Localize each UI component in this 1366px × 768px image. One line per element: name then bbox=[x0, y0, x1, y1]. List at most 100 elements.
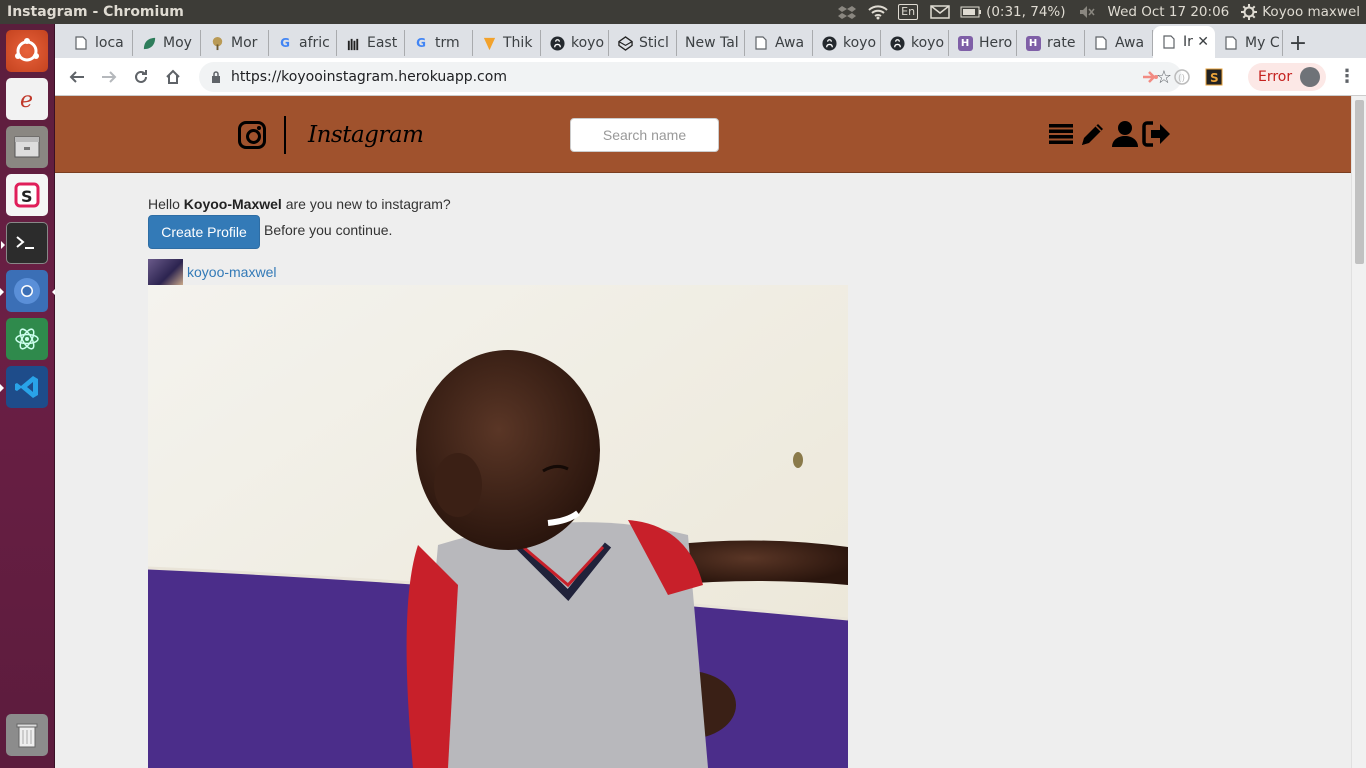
pencil-icon[interactable] bbox=[1078, 119, 1108, 149]
post-author-avatar[interactable] bbox=[148, 259, 183, 285]
web-page: Instagram Hello Koyoo-Maxwel are you new… bbox=[55, 96, 1351, 768]
post-header: koyoo-maxwel bbox=[148, 259, 276, 285]
extension-s-icon[interactable]: S bbox=[1204, 67, 1224, 87]
brand-divider bbox=[284, 116, 286, 154]
user-icon[interactable] bbox=[1110, 119, 1140, 149]
battery-text: (0:31, 74%) bbox=[986, 4, 1066, 20]
extension-red-icon[interactable] bbox=[1140, 67, 1160, 87]
browser-tab[interactable]: koyo bbox=[881, 30, 949, 56]
browser-tab[interactable]: Hrate bbox=[1017, 30, 1085, 56]
search-input[interactable] bbox=[570, 118, 719, 152]
extension-circle-icon[interactable]: () bbox=[1172, 67, 1192, 87]
system-top-bar: Instagram - Chromium En (0:31, 74%) Wed … bbox=[0, 0, 1366, 24]
lock-icon bbox=[212, 71, 220, 83]
vscode-icon[interactable] bbox=[0, 366, 48, 408]
tab-label: trm bbox=[435, 35, 460, 51]
browser-tab[interactable]: Moy bbox=[133, 30, 201, 56]
mail-icon[interactable] bbox=[930, 4, 950, 20]
back-button[interactable] bbox=[61, 61, 93, 93]
github-icon bbox=[549, 35, 565, 51]
tab-label: Hero bbox=[979, 35, 1013, 51]
home-button[interactable] bbox=[157, 61, 189, 93]
chromium-icon[interactable] bbox=[0, 270, 56, 312]
tab-label: loca bbox=[95, 35, 124, 51]
dropbox-icon[interactable] bbox=[838, 4, 857, 20]
keyboard-layout-indicator[interactable]: En bbox=[898, 4, 919, 20]
google-icon: G bbox=[280, 36, 290, 50]
tab-label: koyo bbox=[571, 35, 605, 51]
wifi-icon[interactable] bbox=[868, 4, 888, 20]
close-tab-icon[interactable]: ✕ bbox=[1197, 34, 1209, 50]
browser-tab[interactable]: East bbox=[337, 30, 405, 56]
navbar-icons bbox=[1046, 119, 1172, 149]
slack-icon[interactable]: S bbox=[6, 174, 48, 216]
github-icon bbox=[889, 35, 905, 51]
tab-label: New Tal bbox=[685, 35, 739, 51]
page-scrollbar[interactable] bbox=[1351, 96, 1366, 768]
tab-label: Ir bbox=[1183, 34, 1193, 50]
doc-icon bbox=[1223, 35, 1239, 51]
brand-name: Instagram bbox=[308, 122, 424, 148]
volume-muted-icon[interactable] bbox=[1078, 4, 1096, 20]
scrollbar-thumb[interactable] bbox=[1355, 100, 1364, 264]
browser-menu-icon[interactable]: ⋮ bbox=[1338, 66, 1356, 87]
files-icon[interactable] bbox=[6, 126, 48, 168]
doc-icon bbox=[73, 35, 89, 51]
logout-icon[interactable] bbox=[1142, 119, 1172, 149]
forward-button[interactable] bbox=[93, 61, 125, 93]
address-bar[interactable]: https://koyooinstagram.herokuapp.com ☆ bbox=[199, 62, 1182, 92]
browser-tab[interactable]: loca bbox=[65, 30, 133, 56]
tab-strip: loca Moy Mor Gafric East Gtrm Thik koyo Sticl New… bbox=[55, 24, 1366, 58]
browser-tab[interactable]: Gafric bbox=[269, 30, 337, 56]
browser-tab[interactable]: Sticl bbox=[609, 30, 677, 56]
terminal-icon[interactable] bbox=[1, 222, 48, 264]
gear-icon bbox=[1241, 4, 1258, 20]
new-tab-icon[interactable]: + bbox=[1283, 31, 1313, 56]
codepen-icon bbox=[617, 35, 633, 51]
create-profile-button[interactable]: Create Profile bbox=[148, 215, 260, 249]
browser-tab[interactable]: Ir ✕ bbox=[1153, 26, 1215, 58]
browser-tab[interactable]: My C bbox=[1215, 30, 1283, 56]
browser-tab[interactable]: H Hero bbox=[949, 30, 1017, 56]
session-menu[interactable]: Koyoo maxwel bbox=[1241, 4, 1360, 20]
reload-button[interactable] bbox=[125, 61, 157, 93]
greeting-username: Koyoo-Maxwel bbox=[183, 196, 282, 212]
profile-avatar bbox=[1300, 67, 1320, 87]
post-author-link[interactable]: koyoo-maxwel bbox=[187, 264, 276, 280]
browser-tab[interactable]: koyo bbox=[541, 30, 609, 56]
doc-icon bbox=[1093, 35, 1109, 51]
battery-indicator[interactable]: (0:31, 74%) bbox=[960, 4, 1066, 20]
browser-chrome: loca Moy Mor Gafric East Gtrm Thik koyo Sticl New… bbox=[55, 24, 1366, 96]
tab-label: afric bbox=[299, 35, 330, 51]
browser-tab[interactable]: koyo bbox=[813, 30, 881, 56]
browser-tab[interactable]: Mor bbox=[201, 30, 269, 56]
browser-toolbar: https://koyooinstagram.herokuapp.com ☆ (… bbox=[55, 58, 1366, 96]
tab-label: Moy bbox=[163, 35, 192, 51]
instagram-logo-icon bbox=[238, 121, 266, 149]
clock[interactable]: Wed Oct 17 20:06 bbox=[1108, 4, 1230, 20]
create-profile-hint: Before you continue. bbox=[264, 222, 393, 238]
text-editor-icon[interactable]: e bbox=[6, 78, 48, 120]
trash-icon[interactable] bbox=[6, 714, 48, 756]
url-text[interactable]: https://koyooinstagram.herokuapp.com bbox=[231, 69, 507, 85]
greeting-suffix: are you new to instagram? bbox=[281, 196, 451, 212]
google-icon: G bbox=[416, 36, 426, 50]
browser-tab[interactable]: New Tal bbox=[677, 30, 745, 56]
browser-tab[interactable]: Awa bbox=[1085, 30, 1153, 56]
people-icon bbox=[345, 35, 361, 51]
forward-arrow-icon bbox=[102, 70, 117, 83]
site-brand[interactable]: Instagram bbox=[238, 116, 424, 154]
ubuntu-dash-icon[interactable] bbox=[6, 30, 48, 72]
profile-error-chip[interactable]: Error bbox=[1248, 63, 1326, 91]
list-icon[interactable] bbox=[1046, 119, 1076, 149]
browser-tab[interactable]: Awa bbox=[745, 30, 813, 56]
home-icon bbox=[166, 69, 180, 84]
browser-tab[interactable]: Gtrm bbox=[405, 30, 473, 56]
tab-label: Thik bbox=[503, 35, 533, 51]
atom-icon[interactable] bbox=[6, 318, 48, 360]
browser-tab[interactable]: Thik bbox=[473, 30, 541, 56]
post-image[interactable] bbox=[148, 285, 848, 768]
post-photo bbox=[148, 285, 848, 768]
svg-text:S: S bbox=[1210, 71, 1219, 85]
launcher: e S bbox=[0, 24, 56, 768]
